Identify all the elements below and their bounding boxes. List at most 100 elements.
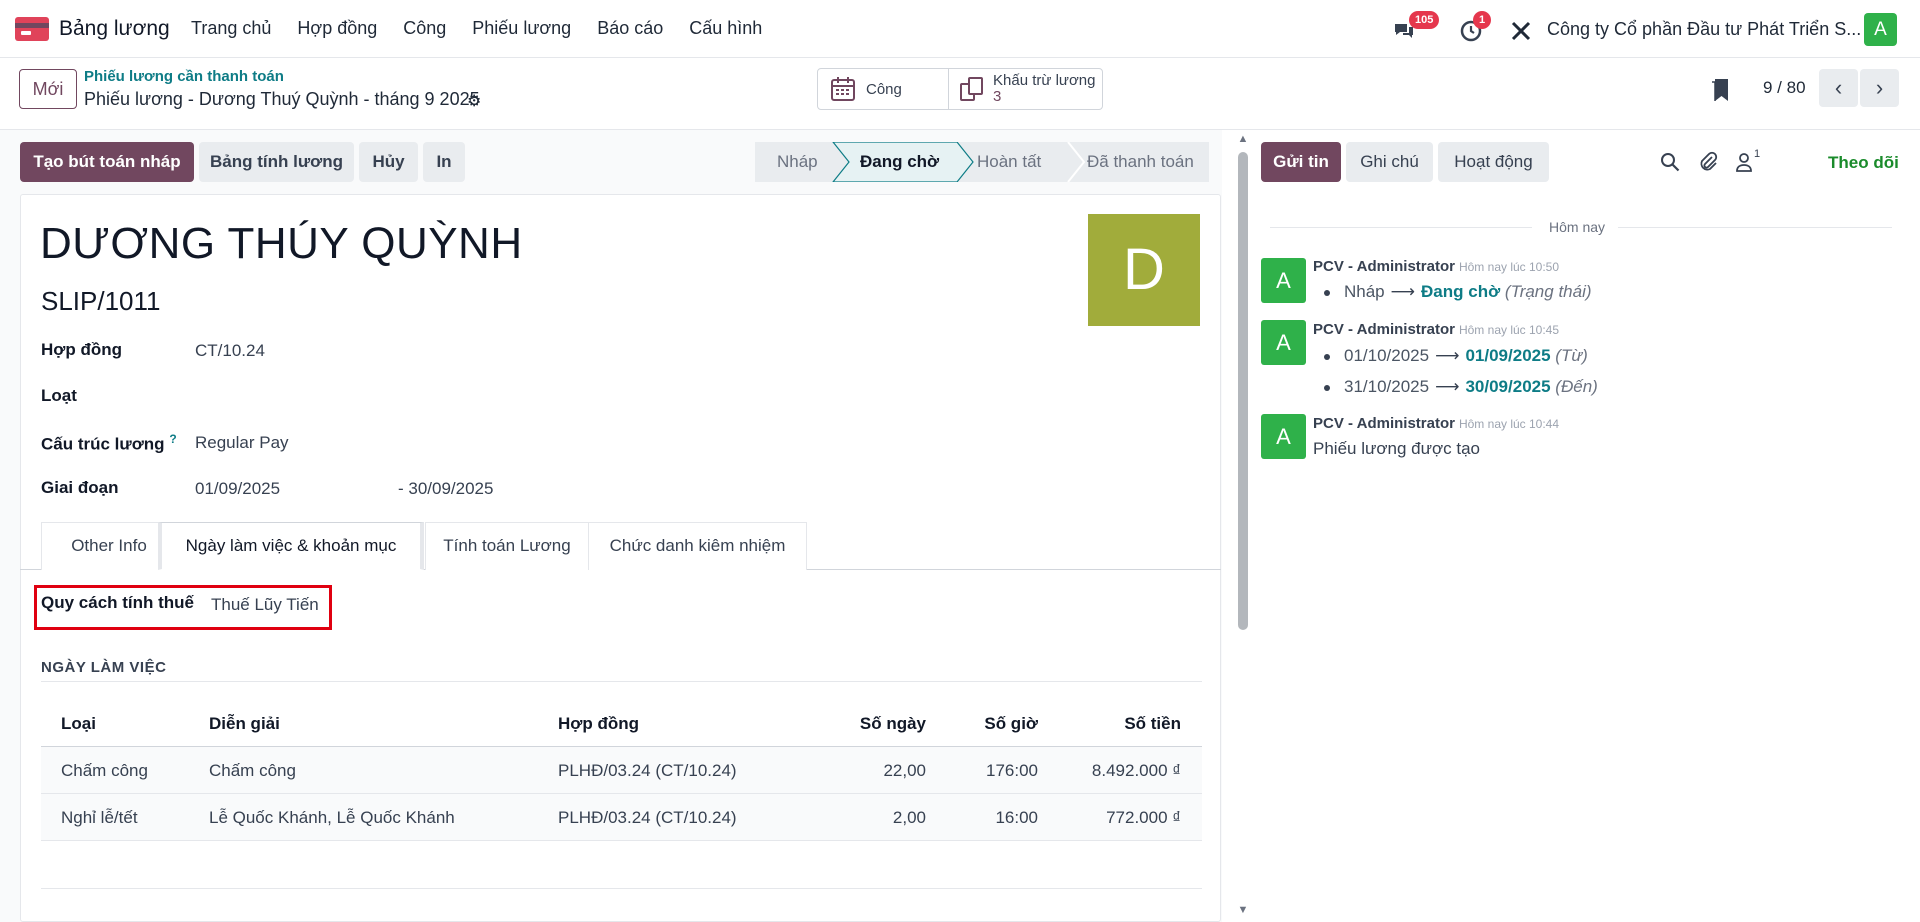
activities-button[interactable]: 1 (1459, 11, 1492, 43)
stage-done[interactable]: Hoàn tất (977, 152, 1041, 172)
author-name[interactable]: PCV - Administrator (1313, 258, 1455, 275)
calendar-icon (831, 77, 855, 101)
message-time: Hôm nay lúc 10:50 (1458, 260, 1560, 274)
table-header: Loại Diễn giải Hợp đồng Số ngày Số giờ S… (41, 700, 1202, 747)
payroll-app-icon[interactable] (15, 17, 49, 41)
create-draft-entry-button[interactable]: Tạo bút toán nháp (20, 142, 194, 182)
notebook-tabs: Other Info Ngày làm việc & khoản mục Tín… (20, 520, 1221, 570)
record-title: Phiếu lương - Dương Thuý Quỳnh - tháng 9… (84, 89, 480, 109)
breadcrumb-link[interactable]: Phiếu lương cần thanh toán (84, 68, 284, 85)
table-row[interactable]: Chấm công Chấm công PLHĐ/03.24 (CT/10.24… (41, 747, 1202, 794)
tracking-field: (Từ) (1555, 346, 1588, 365)
app-name[interactable]: Bảng lương (59, 17, 170, 41)
type-field[interactable] (195, 386, 495, 408)
worked-days-title: NGÀY LÀM VIỆC (41, 659, 167, 676)
date-divider-right (1618, 227, 1892, 228)
paperclip-icon[interactable] (1698, 151, 1718, 173)
period-from-field[interactable]: 01/09/2025 (195, 479, 280, 499)
tax-method-field[interactable]: Thuế Lũy Tiến (211, 595, 319, 615)
tab-concurrent-positions[interactable]: Chức danh kiêm nhiệm (588, 522, 807, 570)
worked-days-table: Loại Diễn giải Hợp đồng Số ngày Số giờ S… (41, 700, 1202, 841)
tracking-old-value: 31/10/2025 (1344, 377, 1430, 396)
arrow-right-icon: ⟶ (1435, 346, 1460, 365)
menu-item-attendance[interactable]: Công (403, 18, 446, 39)
attendance-smart-button[interactable]: Công (818, 69, 948, 109)
column-header-hours[interactable]: Số giờ (984, 700, 1038, 747)
smart-buttons: Công Khấu trừ lương 3 (817, 68, 1103, 110)
chatter-panel (1250, 130, 1920, 922)
menu-item-home[interactable]: Trang chủ (191, 18, 271, 39)
log-note-button[interactable]: Ghi chú (1346, 142, 1433, 182)
cancel-button[interactable]: Hủy (359, 142, 418, 182)
messages-button[interactable]: 105 (1392, 11, 1440, 43)
menu-item-payslips[interactable]: Phiếu lương (472, 18, 571, 39)
deductions-smart-button[interactable]: Khấu trừ lương 3 (948, 69, 1102, 109)
table-footer-divider (41, 888, 1202, 889)
structure-label-text: Cấu trúc lương (41, 434, 165, 454)
follow-button[interactable]: Theo dõi (1828, 153, 1899, 173)
message-author-avatar[interactable]: A (1261, 258, 1306, 303)
cell-days: 2,00 (892, 808, 926, 827)
menu-item-contracts[interactable]: Hợp đồng (297, 18, 377, 39)
print-button[interactable]: In (423, 142, 465, 182)
column-header-description[interactable]: Diễn giải (209, 700, 280, 747)
scrollbar-thumb[interactable] (1238, 152, 1248, 630)
author-name[interactable]: PCV - Administrator (1313, 321, 1455, 338)
column-header-type[interactable]: Loại (61, 700, 96, 747)
tab-worked-days[interactable]: Ngày làm việc & khoản mục (158, 522, 424, 570)
contract-field[interactable]: CT/10.24 (195, 341, 265, 361)
stage-paid[interactable]: Đã thanh toán (1087, 152, 1194, 172)
message-author-avatar[interactable]: A (1261, 414, 1306, 459)
followers-icon[interactable] (1735, 152, 1753, 172)
deductions-smart-label: Khấu trừ lương (993, 72, 1096, 89)
help-icon[interactable]: ? (169, 432, 176, 446)
gear-icon[interactable]: ⚙ (467, 91, 481, 111)
pager-next[interactable]: › (1860, 69, 1899, 107)
tab-other-info[interactable]: Other Info (41, 522, 177, 570)
type-label: Loạt (41, 386, 77, 405)
employee-avatar[interactable]: D (1088, 214, 1200, 326)
tracking-new-value: 01/09/2025 (1465, 346, 1551, 365)
bullet (1324, 384, 1330, 391)
bullet (1324, 353, 1330, 360)
tracking-line: 31/10/2025 ⟶ 30/09/2025 (Đến) (1324, 377, 1598, 397)
column-header-amount[interactable]: Số tiền (1124, 700, 1181, 747)
cell-type: Nghỉ lễ/tết (61, 808, 138, 827)
scroll-up-arrow[interactable]: ▲ (1236, 133, 1250, 145)
activities-button[interactable]: Hoạt động (1438, 142, 1549, 182)
cell-days: 22,00 (883, 761, 926, 780)
author-name[interactable]: PCV - Administrator (1313, 415, 1455, 432)
column-header-days[interactable]: Số ngày (860, 700, 926, 747)
scroll-down-arrow[interactable]: ▼ (1236, 904, 1250, 916)
structure-field[interactable]: Regular Pay (195, 433, 289, 453)
cell-hours: 16:00 (995, 808, 1038, 827)
search-icon[interactable] (1660, 152, 1680, 172)
debug-tools-button[interactable] (1509, 17, 1535, 43)
cell-contract: PLHĐ/03.24 (CT/10.24) (558, 808, 737, 827)
pager-previous[interactable]: ‹ (1819, 69, 1858, 107)
menu-item-reports[interactable]: Báo cáo (597, 18, 663, 39)
stage-draft[interactable]: Nháp (777, 152, 818, 172)
send-message-button[interactable]: Gửi tin (1261, 142, 1341, 182)
attendance-smart-label: Công (866, 80, 902, 98)
stage-waiting[interactable]: Đang chờ (860, 152, 939, 172)
compute-sheet-button[interactable]: Bảng tính lương (199, 142, 354, 182)
period-to-field[interactable]: - 30/09/2025 (398, 479, 493, 499)
message-author: PCV - Administrator Hôm nay lúc 10:44 (1313, 415, 1559, 432)
bookmark-icon[interactable] (1711, 78, 1729, 102)
date-divider-left (1270, 227, 1532, 228)
message-author-avatar[interactable]: A (1261, 320, 1306, 365)
table-row[interactable]: Nghỉ lễ/tết Lễ Quốc Khánh, Lễ Quốc Khánh… (41, 794, 1202, 841)
column-header-contract[interactable]: Hợp đồng (558, 700, 639, 747)
pager-value[interactable]: 9 / 80 (1763, 78, 1806, 98)
deductions-smart-count: 3 (993, 88, 1002, 105)
cell-type: Chấm công (61, 761, 148, 780)
menu-item-configuration[interactable]: Cấu hình (689, 18, 762, 39)
new-button[interactable]: Mới (19, 69, 77, 109)
activities-badge: 1 (1473, 11, 1492, 29)
tab-salary-computation[interactable]: Tính toán Lương (425, 522, 589, 570)
company-switcher[interactable]: Công ty Cổ phần Đầu tư Phát Triển S... (1547, 19, 1861, 40)
user-avatar[interactable]: A (1864, 13, 1897, 46)
tracking-new-value: Đang chờ (1421, 282, 1501, 301)
tracking-old-value: Nháp (1344, 282, 1385, 301)
